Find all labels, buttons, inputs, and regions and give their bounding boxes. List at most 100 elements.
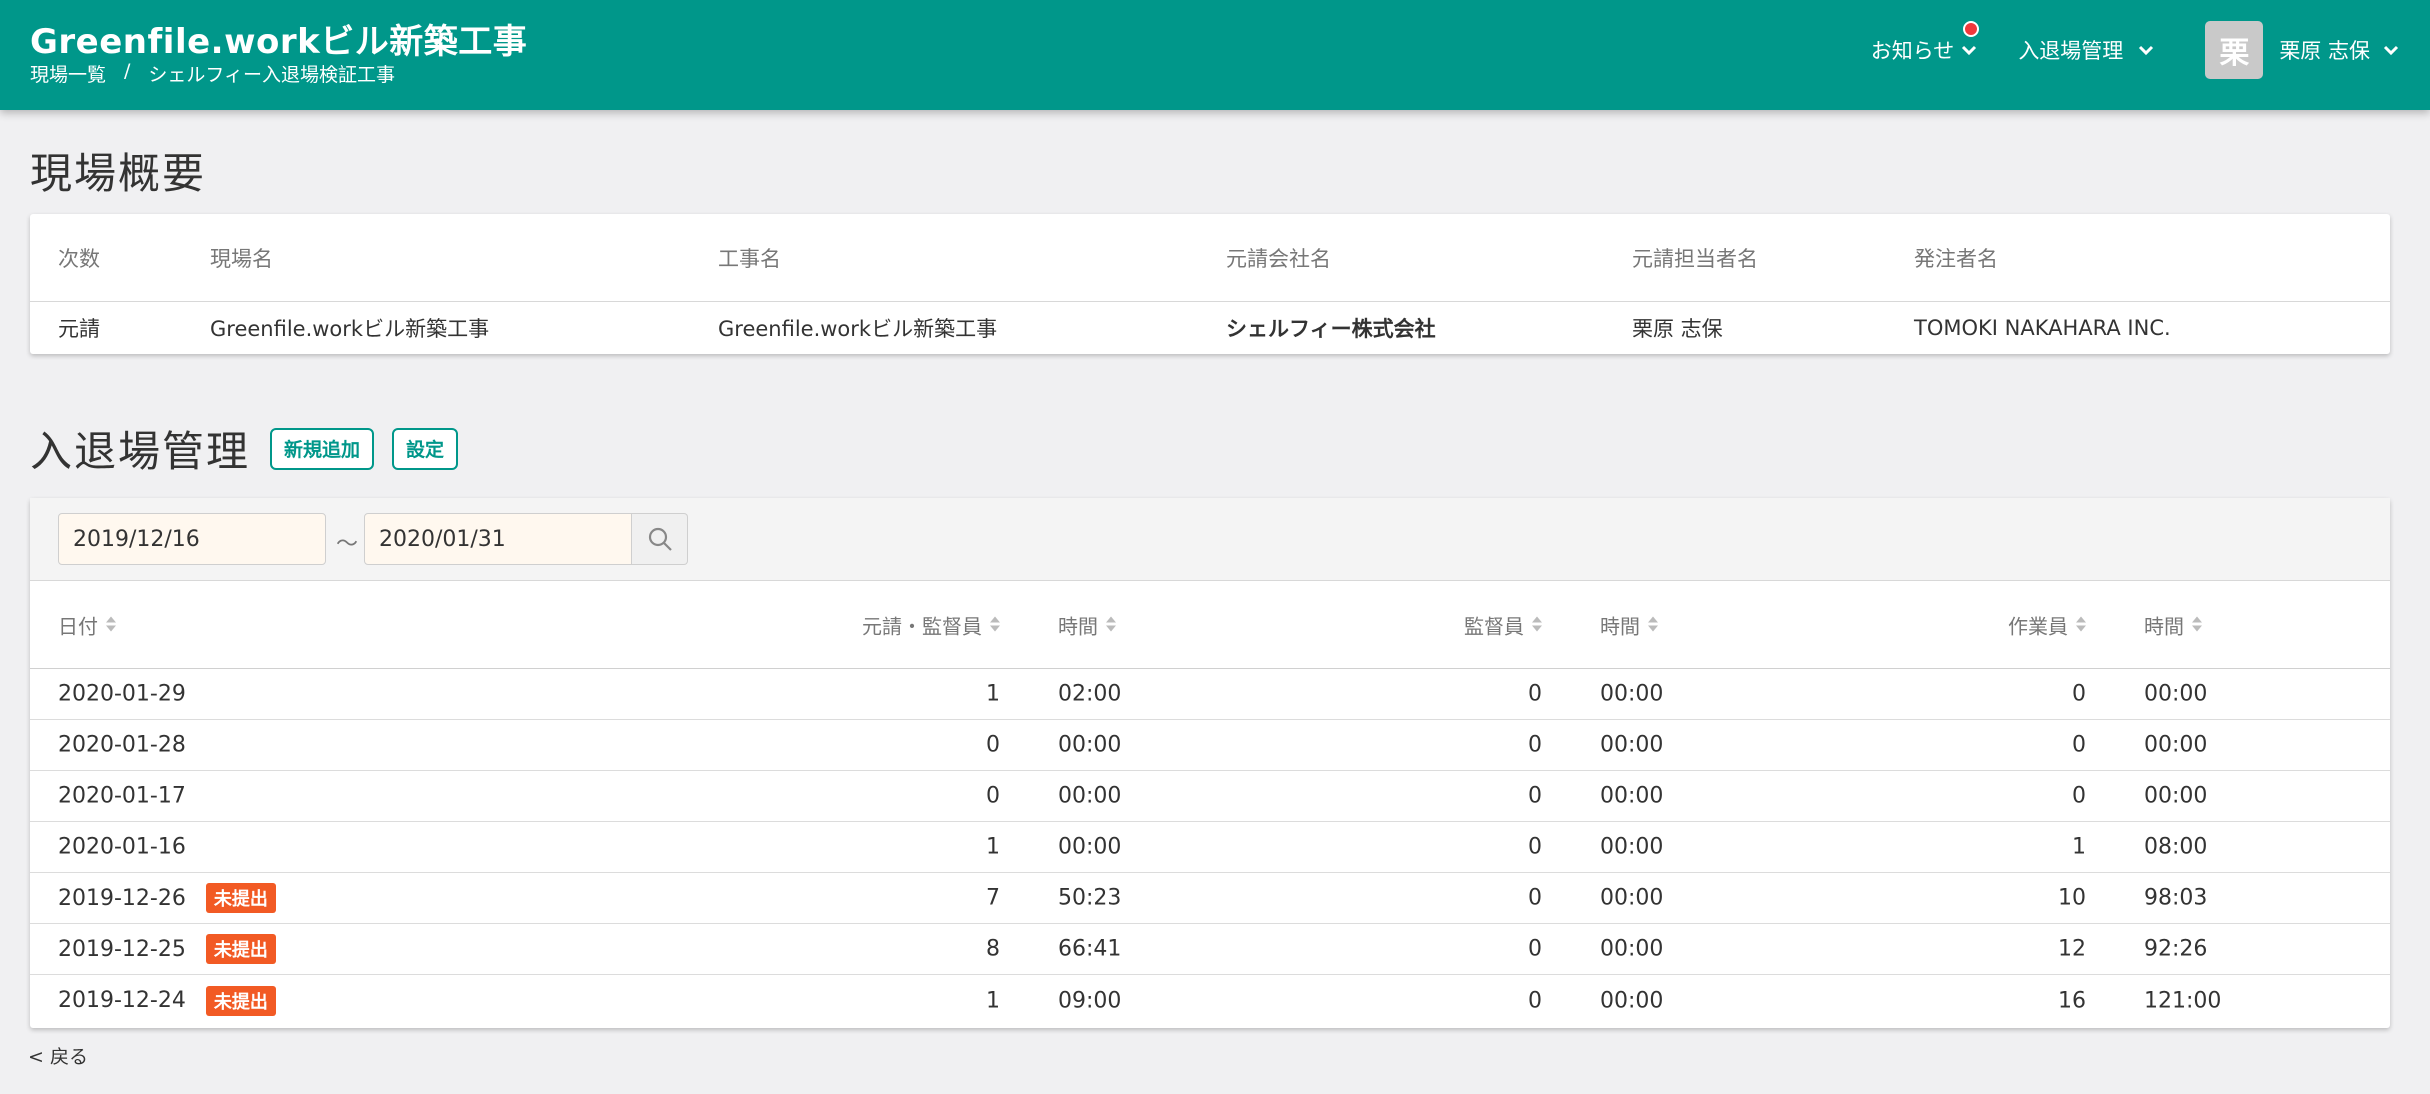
row-supervisor-time: 00:00 [1600, 885, 1664, 911]
table-row[interactable]: 2019-12-25 未提出 8 66:41 0 00:00 12 92:26 [30, 924, 2390, 975]
row-prime-time: 02:00 [1058, 681, 1122, 707]
row-worker-time: 00:00 [2144, 783, 2208, 809]
overview-contractor: シェルフィー株式会社 [1226, 317, 1436, 341]
row-date: 2020-01-28 [58, 732, 186, 758]
date-filter-bar: 〜 [30, 498, 2390, 581]
notice-dot-icon [1962, 21, 1979, 37]
table-row[interactable]: 2020-01-16 1 00:00 0 00:00 1 08:00 [30, 822, 2390, 873]
row-prime-time: 00:00 [1058, 783, 1122, 809]
breadcrumb-site-list[interactable]: 現場一覧 [30, 60, 106, 87]
avatar: 栗 [2205, 21, 2264, 79]
row-prime-count: 0 [986, 732, 1000, 758]
sort-icon [1106, 616, 1116, 634]
header-nav: お知らせ 入退場管理 栗 栗原 志保 [1871, 0, 2400, 100]
row-worker-time: 08:00 [2144, 834, 2208, 860]
notice-label: お知らせ [1870, 39, 1955, 63]
row-supervisor-count: 0 [1528, 936, 1542, 962]
overview-header-row: 次数 現場名 工事名 元請会社名 元請担当者名 発注者名 [30, 214, 2390, 302]
col-date-header[interactable]: 日付 [58, 610, 116, 639]
table-row[interactable]: 2020-01-17 0 00:00 0 00:00 0 00:00 [30, 771, 2390, 822]
col-worker-time-header[interactable]: 時間 [2144, 610, 2202, 639]
row-supervisor-count: 0 [1528, 783, 1542, 809]
overview-col-contractor-person: 元請担当者名 [1632, 246, 1758, 271]
row-worker-time: 00:00 [2144, 681, 2208, 707]
row-supervisor-time: 00:00 [1600, 681, 1664, 707]
overview-col-site-name: 現場名 [210, 246, 273, 271]
sort-icon [990, 616, 1000, 634]
row-date: 2019-12-25 未提出 [58, 934, 276, 964]
col-worker-header[interactable]: 作業員 [2008, 610, 2086, 639]
entry-table: 日付 元請・監督員 時間 監督員 時間 作業員 時間 2020-01-29 1 02… [30, 581, 2390, 1026]
overview-title: 現場概要 [30, 149, 207, 198]
unsubmitted-badge: 未提出 [205, 883, 276, 913]
row-prime-time: 00:00 [1058, 834, 1122, 860]
row-worker-count: 0 [2072, 732, 2086, 758]
chevron-down-icon [2139, 45, 2154, 56]
overview-contractor-person: 栗原 志保 [1632, 317, 1723, 341]
date-to-input[interactable] [364, 513, 632, 565]
breadcrumb-current-project[interactable]: シェルフィー入退場検証工事 [148, 60, 395, 87]
table-row[interactable]: 2019-12-26 未提出 7 50:23 0 00:00 10 98:03 [30, 873, 2390, 924]
site-title: Greenfile.workビル新築工事 [30, 22, 528, 62]
sort-icon [2192, 616, 2202, 634]
row-supervisor-count: 0 [1528, 885, 1542, 911]
entry-card: 〜 日付 元請・監督員 時間 監督員 時間 作業員 時間 2020-01-29 1… [30, 498, 2390, 1028]
col-prime-time-header[interactable]: 時間 [1058, 610, 1116, 639]
settings-button[interactable]: 設定 [392, 427, 459, 470]
search-icon [648, 527, 672, 551]
entry-management-menu[interactable]: 入退場管理 [2018, 35, 2155, 65]
col-supervisor-time-header[interactable]: 時間 [1600, 610, 1658, 639]
row-supervisor-count: 0 [1528, 834, 1542, 860]
chevron-down-icon [2383, 45, 2399, 56]
entry-management-label: 入退場管理 [2018, 39, 2124, 63]
entry-section-header: 入退場管理 新規追加 設定 [30, 418, 459, 479]
row-prime-count: 1 [986, 988, 1000, 1013]
notice-menu[interactable]: お知らせ [1870, 21, 1979, 65]
row-supervisor-count: 0 [1528, 732, 1542, 758]
row-date: 2020-01-17 [58, 783, 186, 809]
table-row[interactable]: 2019-12-24 未提出 1 09:00 0 00:00 16 121:00 [30, 975, 2390, 1026]
row-prime-count: 8 [986, 936, 1000, 962]
add-new-button[interactable]: 新規追加 [270, 427, 375, 470]
overview-work-name: Greenfile.workビル新築工事 [718, 317, 998, 341]
row-worker-count: 10 [2058, 885, 2086, 911]
date-from-input[interactable] [58, 513, 326, 565]
sort-icon [106, 616, 116, 634]
row-prime-count: 0 [986, 783, 1000, 809]
sort-icon [1648, 616, 1658, 634]
search-button[interactable] [632, 513, 688, 565]
back-link[interactable]: < 戻る [28, 1042, 88, 1069]
unsubmitted-badge: 未提出 [205, 985, 276, 1016]
overview-card: 次数 現場名 工事名 元請会社名 元請担当者名 発注者名 元請 Greenfil… [30, 214, 2390, 354]
overview-col-order: 次数 [58, 246, 100, 271]
row-worker-count: 12 [2058, 936, 2086, 962]
breadcrumb-separator: / [124, 60, 131, 82]
row-supervisor-time: 00:00 [1600, 732, 1664, 758]
row-supervisor-count: 0 [1528, 988, 1542, 1013]
row-prime-count: 7 [986, 885, 1000, 911]
row-date: 2019-12-26 未提出 [58, 883, 276, 913]
sort-icon [2076, 616, 2086, 634]
table-row[interactable]: 2020-01-29 1 02:00 0 00:00 0 00:00 [30, 669, 2390, 720]
row-prime-time: 50:23 [1058, 885, 1122, 911]
row-worker-count: 1 [2072, 834, 2086, 860]
row-date: 2019-12-24 未提出 [58, 985, 276, 1016]
sort-icon [1532, 616, 1542, 634]
row-worker-count: 0 [2072, 681, 2086, 707]
row-supervisor-count: 0 [1528, 681, 1542, 707]
row-prime-time: 09:00 [1058, 988, 1122, 1013]
entry-table-header: 日付 元請・監督員 時間 監督員 時間 作業員 時間 [30, 581, 2390, 669]
col-supervisor-header[interactable]: 監督員 [1464, 610, 1542, 639]
overview-col-work-name: 工事名 [718, 246, 781, 271]
user-menu[interactable]: 栗 栗原 志保 [2205, 21, 2400, 79]
entry-title: 入退場管理 [30, 427, 251, 476]
overview-col-orderer: 発注者名 [1914, 246, 1998, 271]
breadcrumb: 現場一覧 / シェルフィー入退場検証工事 [30, 60, 395, 87]
col-prime-supervisor-header[interactable]: 元請・監督員 [862, 610, 1000, 639]
row-date: 2020-01-29 [58, 681, 186, 707]
date-range-separator: 〜 [336, 532, 359, 557]
table-row[interactable]: 2020-01-28 0 00:00 0 00:00 0 00:00 [30, 720, 2390, 771]
row-supervisor-time: 00:00 [1600, 783, 1664, 809]
row-prime-time: 00:00 [1058, 732, 1122, 758]
row-supervisor-time: 00:00 [1600, 988, 1664, 1013]
